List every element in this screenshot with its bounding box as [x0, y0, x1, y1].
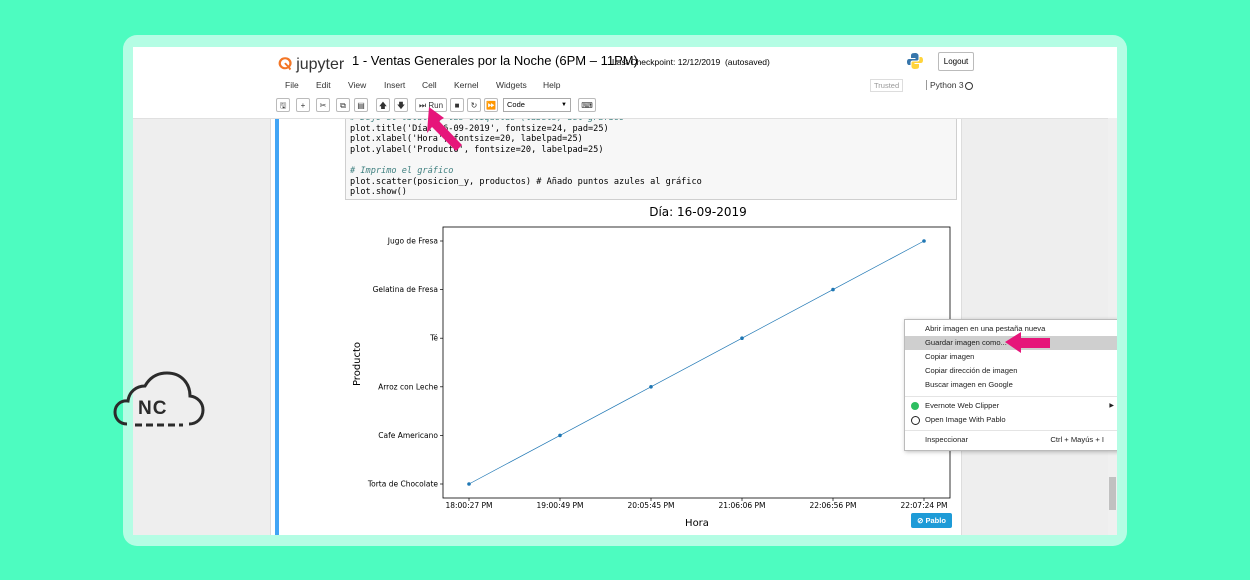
context-menu: Abrir imagen en una pestaña nueva Guarda… — [904, 319, 1117, 451]
pablo-icon: ⊘ — [917, 516, 924, 525]
submenu-arrow-icon: ▶ — [1109, 403, 1114, 409]
x-tick-label: 20:05:45 PM — [627, 501, 674, 510]
ctx-search-google[interactable]: Buscar imagen en Google — [905, 378, 1117, 392]
pablo-button[interactable]: ⊘ Pablo — [911, 513, 952, 528]
y-tick-label: Jugo de Fresa — [387, 237, 438, 246]
y-tick-label: Arroz con Leche — [378, 382, 438, 391]
ctx-open-image[interactable]: Abrir imagen en una pestaña nueva — [905, 322, 1117, 336]
scrollbar-thumb[interactable] — [1109, 477, 1116, 510]
data-point — [740, 336, 744, 341]
data-point — [922, 239, 926, 243]
x-tick-label: 21:06:06 PM — [718, 501, 765, 510]
evernote-icon — [911, 402, 919, 410]
ctx-copy-image-address[interactable]: Copiar dirección de imagen — [905, 364, 1117, 378]
series-line — [468, 240, 925, 485]
data-point — [467, 482, 471, 486]
x-tick-label: 22:06:56 PM — [809, 501, 856, 510]
y-axis-label: Producto — [352, 342, 363, 386]
pablo-icon — [911, 416, 920, 425]
ctx-separator — [905, 430, 1117, 431]
ctx-copy-image[interactable]: Copiar imagen — [905, 350, 1117, 364]
x-axis-label: Hora — [685, 518, 709, 529]
ctx-inspect[interactable]: Inspeccionar Ctrl + Mayús + I — [905, 433, 1117, 447]
browser-viewport: # Dejo el título y las etiquetas (labels… — [133, 47, 1117, 535]
chart-area[interactable]: Día: 16-09-2019 Torta de Chocolate Cafe A… — [133, 47, 1117, 535]
ctx-save-image[interactable]: Guardar imagen como... — [905, 336, 1117, 350]
chart-title: Día: 16-09-2019 — [649, 205, 747, 219]
ctx-evernote[interactable]: Evernote Web Clipper ▶ — [905, 399, 1117, 413]
y-tick-label: Gelatina de Fresa — [373, 285, 438, 294]
y-tick-label: Té — [429, 334, 438, 343]
data-point — [558, 433, 562, 438]
ctx-separator — [905, 396, 1117, 397]
x-tick-label: 22:07:24 PM — [900, 501, 947, 510]
x-tick-label: 19:00:49 PM — [536, 501, 583, 510]
data-point — [649, 385, 653, 389]
y-tick-label: Torta de Chocolate — [367, 480, 439, 489]
ctx-open-pablo[interactable]: Open Image With Pablo — [905, 413, 1117, 427]
x-tick-label: 18:00:27 PM — [445, 501, 492, 510]
nc-brand-text: NC — [138, 398, 168, 419]
data-point — [831, 287, 835, 292]
y-tick-label: Cafe Americano — [378, 431, 438, 440]
